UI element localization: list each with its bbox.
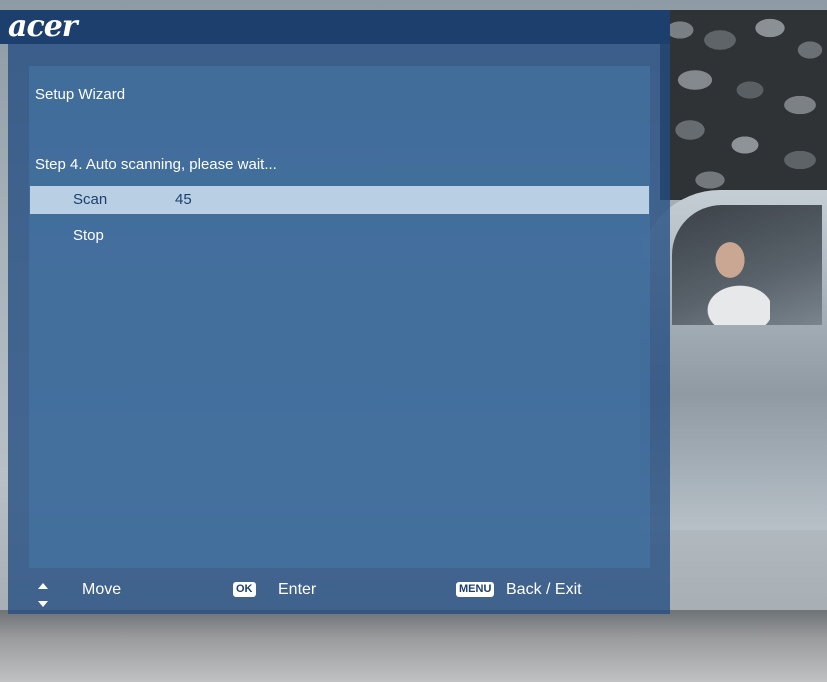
hint-bar: Move Enter Back / Exit	[29, 568, 650, 614]
acer-logo: acer	[8, 9, 78, 44]
hint-move: Move	[82, 581, 122, 598]
page-title: Setup Wizard	[35, 86, 126, 103]
hint-back-exit: Back / Exit	[506, 581, 582, 598]
menu-item-stop[interactable]: Stop	[30, 222, 649, 250]
ok-key-icon: OK	[233, 582, 256, 597]
background-driver	[700, 240, 770, 325]
menu-item-scan[interactable]: Scan 45	[30, 186, 649, 214]
menu-item-label: Scan	[73, 191, 108, 208]
hint-enter: Enter	[278, 581, 317, 598]
background-stone-wall	[660, 10, 827, 200]
tv-screen: acer Setup Wizard Step 4. Auto scanning,…	[0, 0, 827, 682]
background-ground	[0, 610, 827, 682]
osd-top-bar	[0, 10, 670, 44]
osd-content-area	[29, 66, 650, 568]
menu-key-icon: MENU	[456, 582, 495, 597]
scan-channel-count: 45	[175, 191, 192, 208]
step-instruction: Step 4. Auto scanning, please wait...	[35, 156, 277, 173]
menu-item-label: Stop	[73, 227, 104, 244]
